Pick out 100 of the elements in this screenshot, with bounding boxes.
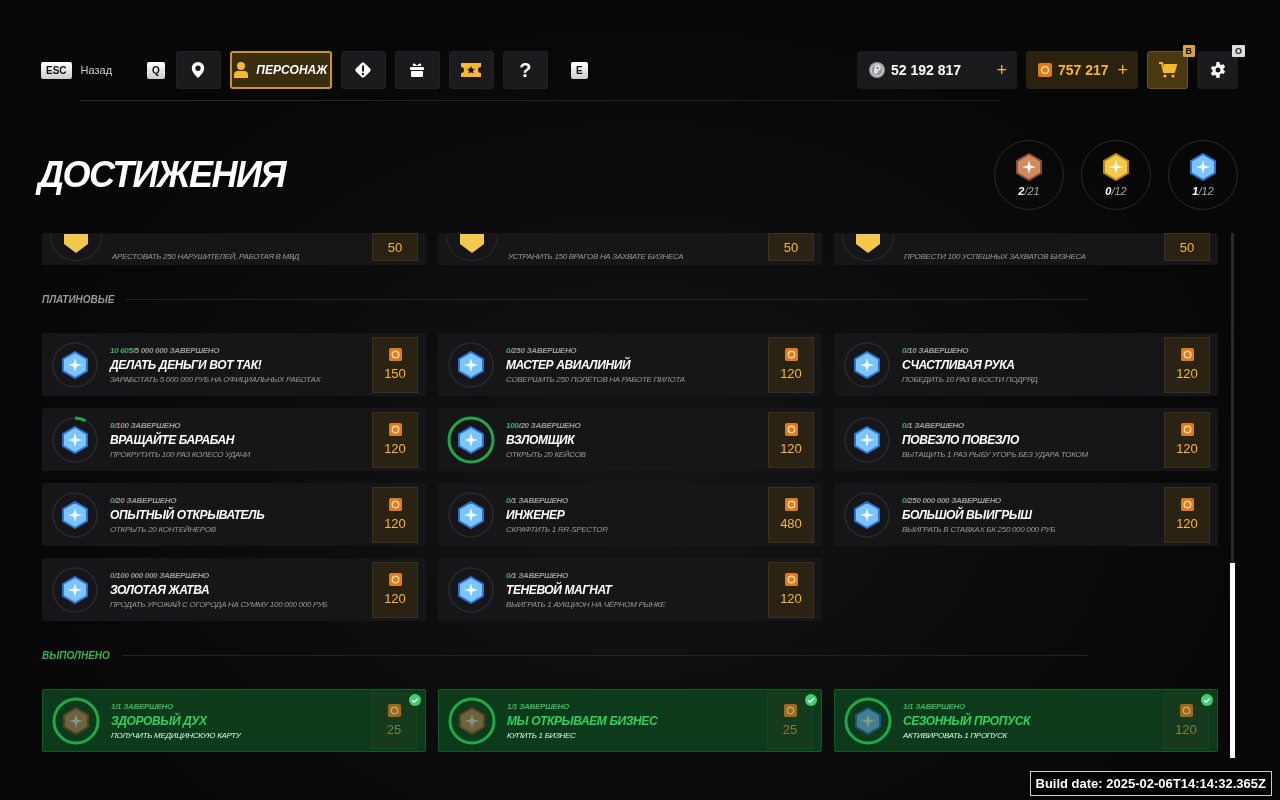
reward-box: 50 bbox=[1164, 233, 1210, 261]
coin-icon bbox=[869, 62, 885, 78]
token-icon bbox=[1180, 423, 1194, 436]
achievement-description: ВЫТАЩИТЬ 1 РАЗ РЫБУ УГОРЬ БЕЗ УДАРА ТОКОМ bbox=[902, 449, 1089, 459]
progress-ring bbox=[843, 695, 893, 746]
hexagon-gem-icon bbox=[854, 425, 880, 454]
hexagon-gem-icon bbox=[855, 706, 881, 735]
hexagon-gem-icon bbox=[62, 500, 88, 529]
achievement-description: ПРОДАТЬ УРОЖАЙ С ОГОРОДА НА СУММУ 100 000 000 РУБ bbox=[110, 599, 329, 609]
reward-box: 480 bbox=[768, 486, 814, 543]
progress-text: 1/1 ЗАВЕРШЕНО bbox=[111, 701, 174, 711]
achievement-title: ОПЫТНЫЙ ОТКРЫВАТЕЛЬ bbox=[110, 507, 266, 522]
token-icon bbox=[388, 573, 402, 586]
hexagon-gem-icon bbox=[458, 350, 484, 379]
achievement-title: ВРАЩАЙТЕ БАРАБАН bbox=[110, 432, 236, 447]
achievement-description: ПРОВЕСТИ 100 УСПЕШНЫХ ЗАХВАТОВ БИЗНЕСА bbox=[904, 252, 1087, 261]
location-pin-icon bbox=[191, 62, 206, 78]
money-balance: 52 192 817 + bbox=[857, 51, 1017, 89]
token-icon bbox=[388, 423, 402, 436]
achievement-title: ПОВЕЗЛО ПОВЕЗЛО bbox=[902, 432, 1020, 447]
achievement-description: ВЫИГРАТЬ 1 АУКЦИОН НА ЧЁРНОМ РЫНКЕ bbox=[506, 599, 667, 609]
person-icon bbox=[234, 62, 249, 78]
token-icon bbox=[388, 498, 402, 511]
token-icon bbox=[387, 704, 401, 717]
token-icon bbox=[388, 348, 402, 361]
progress-text: 10 605/5 000 000 ЗАВЕРШЕНО bbox=[110, 345, 221, 355]
progress-ring bbox=[50, 489, 100, 540]
progress-ring bbox=[842, 339, 892, 390]
cart-icon bbox=[1158, 62, 1177, 78]
progress-ring bbox=[50, 564, 100, 615]
achievement-description: АРЕСТОВАТЬ 250 НАРУШИТЕЛЕЙ, РАБОТАЯ В МВД bbox=[112, 252, 301, 261]
hexagon-gem-icon bbox=[62, 350, 88, 379]
nav-tab[interactable] bbox=[448, 51, 494, 89]
token-icon bbox=[784, 423, 798, 436]
add-money-button[interactable]: + bbox=[996, 59, 1007, 81]
hexagon-gem-icon bbox=[62, 575, 88, 604]
checkmark-icon bbox=[1201, 694, 1213, 706]
achievement-description: ОТКРЫТЬ 20 КОНТЕЙНЕРОВ bbox=[110, 524, 217, 534]
hexagon-badge-icon bbox=[63, 706, 89, 735]
reward-box: 50 bbox=[372, 233, 418, 261]
token-icon bbox=[1180, 498, 1194, 511]
nav-tab[interactable]: ПЕРСОНАЖ bbox=[229, 51, 332, 89]
progress-ring bbox=[51, 695, 101, 746]
progress-text: 0/1 ЗАВЕРШЕНО bbox=[506, 570, 569, 580]
settings-icon bbox=[1209, 62, 1226, 78]
progress-ring bbox=[842, 414, 892, 465]
nav-tab[interactable] bbox=[340, 51, 386, 89]
progress-ring bbox=[446, 489, 496, 540]
section-title: ВЫПОЛНЕНО bbox=[42, 649, 110, 661]
hexagon-badge-icon bbox=[459, 706, 485, 735]
hexagon-gem-icon bbox=[458, 500, 484, 529]
achievement-description: ПОБЕДИТЬ 10 РАЗ В КОСТИ ПОДРЯД bbox=[902, 374, 1039, 384]
nav-tab[interactable] bbox=[175, 51, 221, 89]
add-donate-button[interactable]: + bbox=[1117, 59, 1128, 81]
progress-ring bbox=[50, 339, 100, 390]
token-icon bbox=[784, 573, 798, 586]
scrollbar[interactable] bbox=[1231, 233, 1234, 758]
reward-box: 120 bbox=[768, 336, 814, 393]
token-icon bbox=[1038, 63, 1052, 77]
checkmark-icon bbox=[409, 694, 421, 706]
hexagon-gem-icon bbox=[458, 575, 484, 604]
achievement-title: ЗДОРОВЫЙ ДУХ bbox=[111, 713, 209, 728]
key-hint: B bbox=[1182, 45, 1195, 57]
reward-box: 50 bbox=[768, 233, 814, 261]
hexagon-gem-icon bbox=[62, 425, 88, 454]
reward-box: 25 bbox=[767, 692, 813, 749]
achievement-title: ТЕНЕВОЙ МАГНАТ bbox=[506, 582, 614, 597]
achievement-description: УСТРАНИТЬ 150 ВРАГОВ НА ЗАХВАТЕ БИЗНЕСА bbox=[508, 252, 685, 261]
key-hint: O bbox=[1232, 45, 1245, 57]
reward-box: 120 bbox=[768, 561, 814, 618]
nav-tab[interactable] bbox=[394, 51, 440, 89]
progress-text: 0/20 ЗАВЕРШЕНО bbox=[110, 495, 178, 505]
progress-ring bbox=[446, 564, 496, 615]
reward-box: 120 bbox=[372, 561, 418, 618]
back-button[interactable]: Назад bbox=[80, 64, 139, 76]
donate-balance: 757 217 + bbox=[1026, 51, 1138, 89]
progress-text: 8/100 ЗАВЕРШЕНО bbox=[110, 420, 182, 430]
progress-text: 0/1 ЗАВЕРШЕНО bbox=[902, 420, 965, 430]
achievement-title: МАСТЕР АВИАЛИНИЙ bbox=[506, 357, 632, 372]
achievement-title: БОЛЬШОЙ ВЫИГРЫШ bbox=[902, 507, 1033, 522]
reward-box: 120 bbox=[1163, 692, 1209, 749]
progress-text: 0/250 ЗАВЕРШЕНО bbox=[506, 345, 578, 355]
hexagon-gem-icon bbox=[854, 350, 880, 379]
achievement-description: ПРОКРУТИТЬ 100 РАЗ КОЛЕСО УДАЧИ bbox=[110, 449, 251, 459]
achievement-title: СЕЗОННЫЙ ПРОПУСК bbox=[903, 713, 1032, 728]
hexagon-gem-icon bbox=[458, 425, 484, 454]
progress-ring bbox=[446, 339, 496, 390]
reward-box: 25 bbox=[371, 692, 417, 749]
achievement-title: ВЗЛОМЩИК bbox=[506, 432, 576, 447]
shop-button[interactable] bbox=[1147, 51, 1188, 89]
help-button[interactable]: ? bbox=[502, 51, 548, 89]
token-icon bbox=[1180, 348, 1194, 361]
ticket-star-icon bbox=[461, 63, 482, 77]
reward-box: 120 bbox=[372, 486, 418, 543]
reward-box: 150 bbox=[372, 336, 418, 393]
progress-ring bbox=[842, 489, 892, 540]
key-hint: E bbox=[570, 61, 588, 79]
achievement-description: АКТИВИРОВАТЬ 1 ПРОПУСК bbox=[903, 730, 1009, 740]
key-hint: ESC bbox=[41, 61, 72, 79]
achievement-title: ИНЖЕНЕР bbox=[506, 507, 566, 522]
